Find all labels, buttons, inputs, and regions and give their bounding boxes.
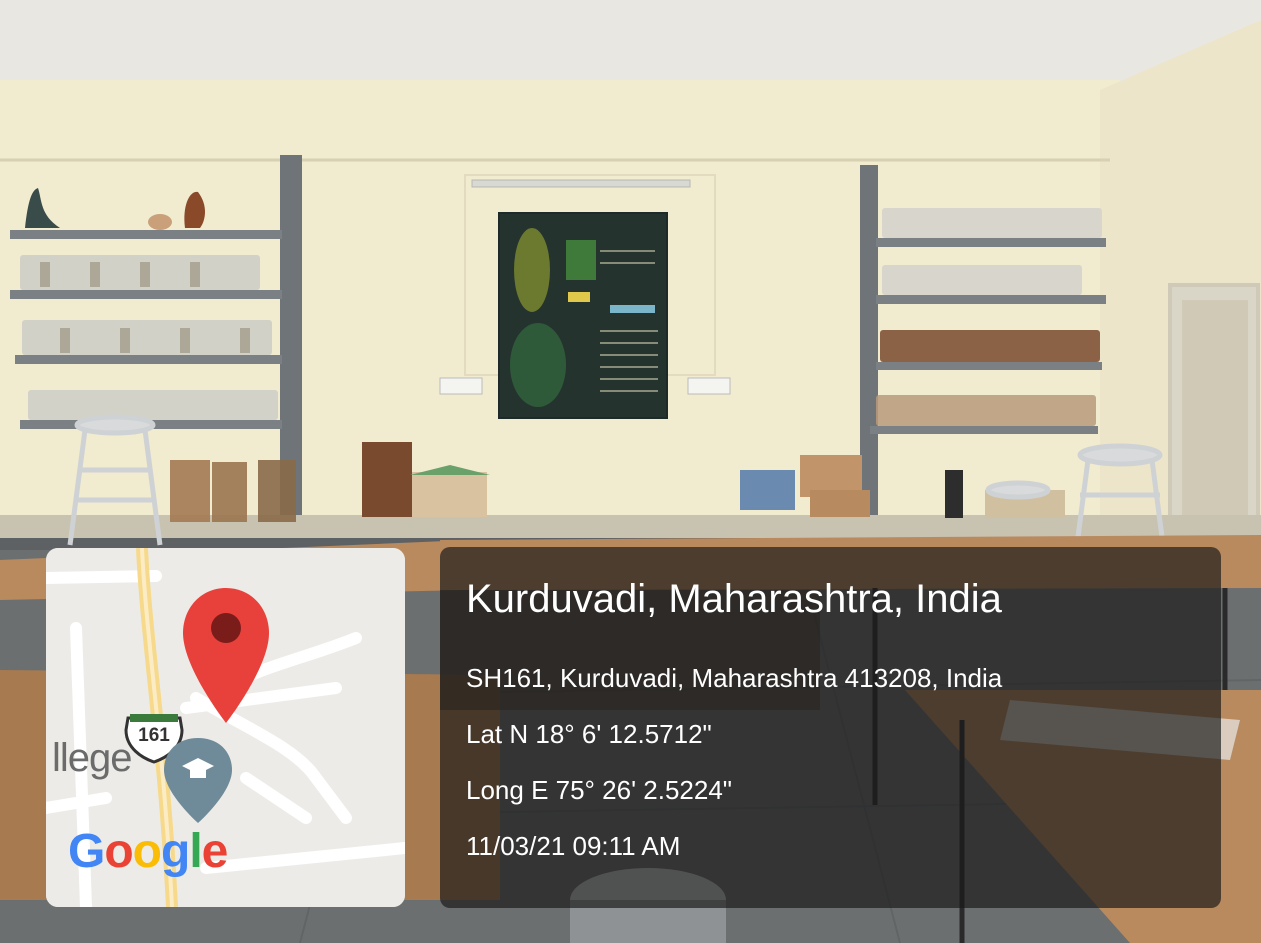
- map-place-label: llege: [52, 736, 133, 780]
- location-longitude: Long E 75° 26' 2.5224": [466, 775, 733, 805]
- ceiling: [0, 0, 1261, 90]
- right-shelf-post: [860, 165, 878, 535]
- highway-shield-number: 161: [138, 725, 170, 746]
- google-logo: Google: [68, 825, 228, 878]
- location-latitude: Lat N 18° 6' 12.5712": [466, 719, 712, 749]
- location-timestamp: 11/03/21 09:11 AM: [466, 831, 681, 861]
- location-title: Kurduvadi, Maharashtra, India: [466, 577, 1002, 621]
- geotag-info-card: Kurduvadi, Maharashtra, India SH161, Kur…: [440, 547, 1221, 908]
- map-thumbnail: llege 161 Google: [46, 548, 405, 907]
- location-address: SH161, Kurduvadi, Maharashtra 413208, In…: [466, 663, 1003, 693]
